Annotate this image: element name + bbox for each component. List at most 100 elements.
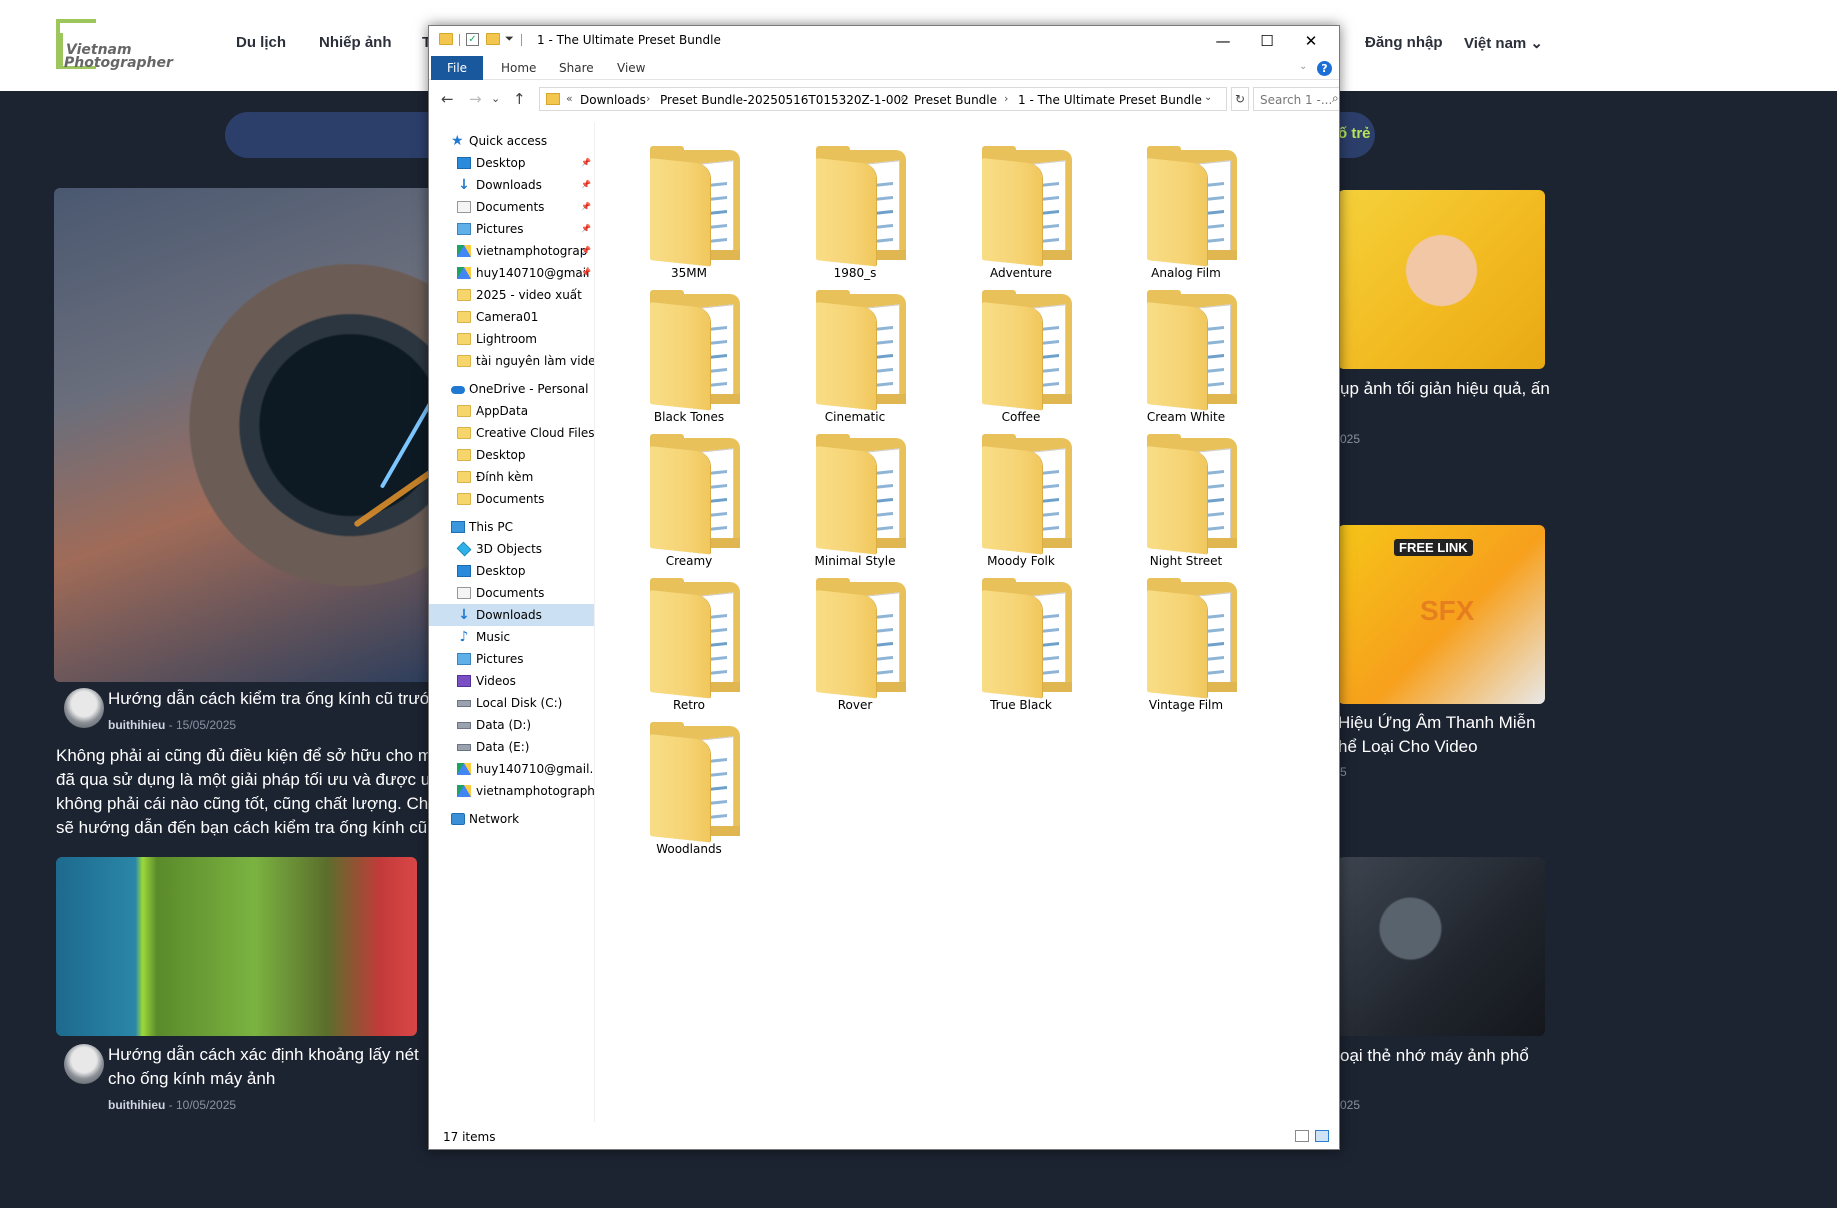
folder-item[interactable]: Night Street [1111, 428, 1261, 578]
breadcrumb-preset-bundle[interactable]: Preset Bundle [914, 93, 997, 107]
search-input[interactable]: Search 1 -... ⌕ [1253, 87, 1339, 111]
folder-item[interactable]: Vintage Film [1111, 572, 1261, 722]
recent-locations-button[interactable]: ⌄ [491, 92, 500, 105]
tab-view[interactable]: View [603, 56, 659, 80]
back-button[interactable]: ← [441, 90, 454, 108]
pin-icon: 📌 [581, 202, 591, 211]
folder-item[interactable]: Cream White [1111, 284, 1261, 434]
nav-item[interactable]: ↓ Downloads 📌 [429, 174, 594, 196]
folder-item[interactable]: Adventure [946, 140, 1096, 290]
nav-item[interactable]: OneDrive - Personal [429, 378, 594, 400]
nav-item[interactable]: AppData [429, 400, 594, 422]
login-link[interactable]: Đăng nhập [1365, 34, 1443, 51]
breadcrumb-overflow[interactable]: « [566, 92, 573, 105]
nav-item[interactable]: Documents [429, 488, 594, 510]
post-image-memory-card[interactable] [1338, 857, 1545, 1036]
folder-item[interactable]: Black Tones [614, 284, 764, 434]
post-image-lens[interactable] [54, 188, 434, 682]
folder-item[interactable]: Moody Folk [946, 428, 1096, 578]
nav-item[interactable]: Documents [429, 582, 594, 604]
folder-item[interactable]: Retro [614, 572, 764, 722]
maximize-button[interactable]: ☐ [1245, 26, 1289, 56]
breadcrumb-preset-bundle-zip[interactable]: Preset Bundle-20250516T015320Z-1-002 [660, 93, 909, 107]
nav-item[interactable]: Pictures 📌 [429, 218, 594, 240]
language-select[interactable]: Việt nam ⌄ [1464, 34, 1543, 52]
nav-item[interactable]: 3D Objects [429, 538, 594, 560]
chevron-down-icon[interactable]: ⌄ [1204, 92, 1212, 103]
close-button[interactable]: ✕ [1289, 26, 1333, 56]
refresh-button[interactable]: ↻ [1231, 87, 1249, 111]
tab-home[interactable]: Home [487, 56, 550, 80]
nav-item[interactable]: ↓ Downloads [429, 604, 594, 626]
folder-item[interactable]: Analog Film [1111, 140, 1261, 290]
post-title[interactable]: Hướng dẫn cách kiểm tra ống kính cũ trướ… [108, 687, 428, 711]
folder-item[interactable]: Coffee [946, 284, 1096, 434]
post-title[interactable]: oại thẻ nhớ máy ảnh phổ [1340, 1044, 1529, 1068]
nav-link-travel[interactable]: Du lịch [236, 34, 286, 51]
breadcrumb-downloads[interactable]: Downloads [580, 93, 646, 107]
title-bar[interactable]: ✓ ⏷ 1 - The Ultimate Preset Bundle — ☐ ✕ [429, 26, 1339, 56]
folder-item[interactable]: Rover [780, 572, 930, 722]
nav-item[interactable]: Data (E:) [429, 736, 594, 758]
expand-ribbon-icon[interactable]: ⌄ [1299, 61, 1307, 72]
nav-item[interactable]: Camera01 [429, 306, 594, 328]
post-title[interactable]: Hướng dẫn cách xác định khoảng lấy nét c… [108, 1043, 428, 1091]
nav-item[interactable]: This PC [429, 516, 594, 538]
folder-view[interactable]: 35MM 1980_s Adventure Analog Film Black Tone… [596, 122, 1339, 1122]
nav-item[interactable]: Desktop [429, 444, 594, 466]
nav-item[interactable]: Đính kèm [429, 466, 594, 488]
folder-item[interactable]: Woodlands [614, 716, 764, 866]
folder-item[interactable]: True Black [946, 572, 1096, 722]
nav-item[interactable]: huy140710@gmail.co [429, 758, 594, 780]
folder-item[interactable]: Creamy [614, 428, 764, 578]
nav-item[interactable]: vietnamphotograp 📌 [429, 240, 594, 262]
tab-share[interactable]: Share [545, 56, 608, 80]
nav-item[interactable]: tài nguyên làm video [429, 350, 594, 372]
post-image-sfx[interactable]: FREE LINK SFX [1338, 525, 1545, 704]
nav-item[interactable]: Documents 📌 [429, 196, 594, 218]
chevron-right-icon[interactable]: › [646, 92, 650, 105]
nav-item[interactable]: Pictures [429, 648, 594, 670]
minimize-button[interactable]: — [1201, 26, 1245, 56]
post-image-woman[interactable] [1338, 190, 1545, 369]
nav-item[interactable]: Local Disk (C:) [429, 692, 594, 714]
site-logo[interactable]: Vietnam Photographer [56, 19, 174, 71]
nav-item[interactable]: ★ Quick access [429, 130, 594, 152]
nav-item[interactable]: vietnamphotographe [429, 780, 594, 802]
forward-button[interactable]: → [469, 90, 482, 108]
folder-item[interactable]: 35MM [614, 140, 764, 290]
folder-item[interactable]: Cinematic [780, 284, 930, 434]
nav-item[interactable]: Network [429, 808, 594, 830]
tab-file[interactable]: File [431, 56, 483, 80]
hero-tag[interactable]: ố trẻ [1338, 125, 1371, 142]
nav-item[interactable]: huy140710@gmail 📌 [429, 262, 594, 284]
post-title[interactable]: Hiệu Ứng Âm Thanh Miễn hể Loại Cho Video [1338, 711, 1536, 759]
large-icons-view-icon[interactable] [1315, 1130, 1329, 1142]
nav-item[interactable]: ♪ Music [429, 626, 594, 648]
post-image-photographer[interactable] [56, 857, 417, 1036]
breadcrumb-current[interactable]: 1 - The Ultimate Preset Bundle [1018, 93, 1202, 107]
address-bar[interactable]: « Downloads › Preset Bundle-20250516T015… [539, 87, 1227, 111]
nav-item[interactable]: Desktop 📌 [429, 152, 594, 174]
chevron-right-icon[interactable]: › [1004, 92, 1008, 105]
folder-item[interactable]: 1980_s [780, 140, 930, 290]
chevron-right-icon[interactable]: › [900, 92, 904, 105]
nav-item[interactable]: Videos [429, 670, 594, 692]
post-title[interactable]: ụp ảnh tối giản hiệu quả, ấn [1340, 377, 1550, 401]
nav-item[interactable]: Data (D:) [429, 714, 594, 736]
nav-item[interactable]: 2025 - video xuất [429, 284, 594, 306]
nav-link-photography[interactable]: Nhiếp ảnh [319, 34, 392, 51]
nav-item[interactable]: Lightroom [429, 328, 594, 350]
folder-item[interactable]: Minimal Style [780, 428, 930, 578]
help-icon[interactable]: ? [1317, 61, 1332, 76]
up-button[interactable]: ↑ [513, 90, 526, 108]
navigation-pane[interactable]: ★ Quick access Desktop 📌 ↓ Downloads 📌 Document… [429, 122, 595, 1122]
properties-icon[interactable]: ✓ [466, 33, 479, 46]
folder-name: Cream White [1146, 410, 1226, 424]
nav-item[interactable]: Desktop [429, 560, 594, 582]
details-view-icon[interactable] [1295, 1130, 1309, 1142]
nav-item[interactable]: Creative Cloud Files [429, 422, 594, 444]
new-folder-icon[interactable] [486, 33, 500, 45]
folder-name: 35MM [671, 266, 707, 280]
customize-toolbar-icon[interactable]: ⏷ [505, 32, 514, 46]
